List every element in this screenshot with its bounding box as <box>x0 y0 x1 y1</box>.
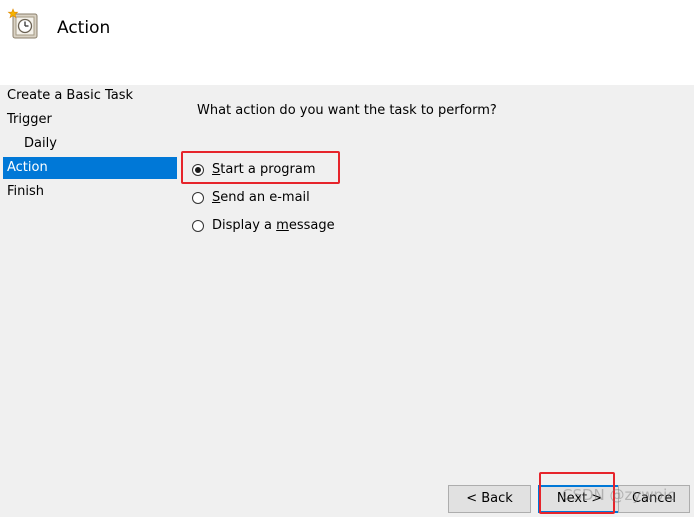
wizard-header: Action <box>0 0 694 85</box>
page-title: Action <box>57 18 111 38</box>
radio-display-message[interactable]: Display a message <box>192 216 335 236</box>
radio-label-send-email[interactable]: Send an e-mail <box>212 188 310 208</box>
sidebar-item-create-basic-task: Create a Basic Task <box>7 88 134 103</box>
radio-button[interactable] <box>192 192 204 204</box>
sidebar-item-finish: Finish <box>7 184 45 199</box>
radio-button[interactable] <box>192 220 204 232</box>
action-question: What action do you want the task to perf… <box>197 103 497 118</box>
cancel-button[interactable]: Cancel <box>618 485 690 513</box>
radio-label-start-program[interactable]: Start a program <box>212 160 316 180</box>
radio-label-display-message[interactable]: Display a message <box>212 216 335 236</box>
task-clock-icon <box>7 8 39 40</box>
sidebar-item-action: Action <box>3 157 177 179</box>
radio-start-program[interactable]: Start a program <box>192 160 316 180</box>
sidebar-item-trigger: Trigger <box>7 112 52 127</box>
radio-button-checked[interactable] <box>192 164 204 176</box>
radio-send-email[interactable]: Send an e-mail <box>192 188 310 208</box>
sidebar-item-daily: Daily <box>24 136 57 151</box>
next-button[interactable]: Next > <box>538 485 621 513</box>
back-button[interactable]: < Back <box>448 485 531 513</box>
